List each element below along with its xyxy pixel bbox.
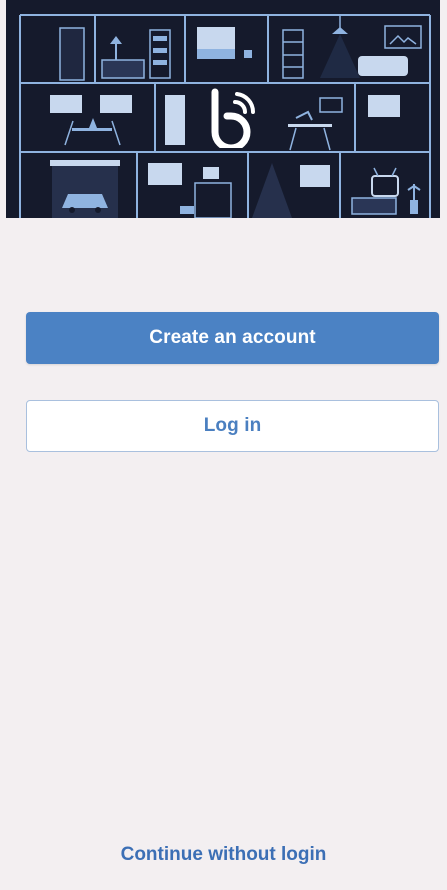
continue-without-login-label: Continue without login	[120, 844, 327, 865]
continue-without-login-link[interactable]: Continue without login	[0, 844, 447, 866]
login-label: Log in	[203, 415, 262, 436]
login-button[interactable]: Log in	[26, 400, 439, 452]
create-account-label: Create an account	[149, 327, 316, 348]
create-account-button[interactable]: Create an account	[26, 312, 439, 364]
hero-illustration	[0, 0, 447, 218]
app-logo-icon	[211, 88, 256, 148]
